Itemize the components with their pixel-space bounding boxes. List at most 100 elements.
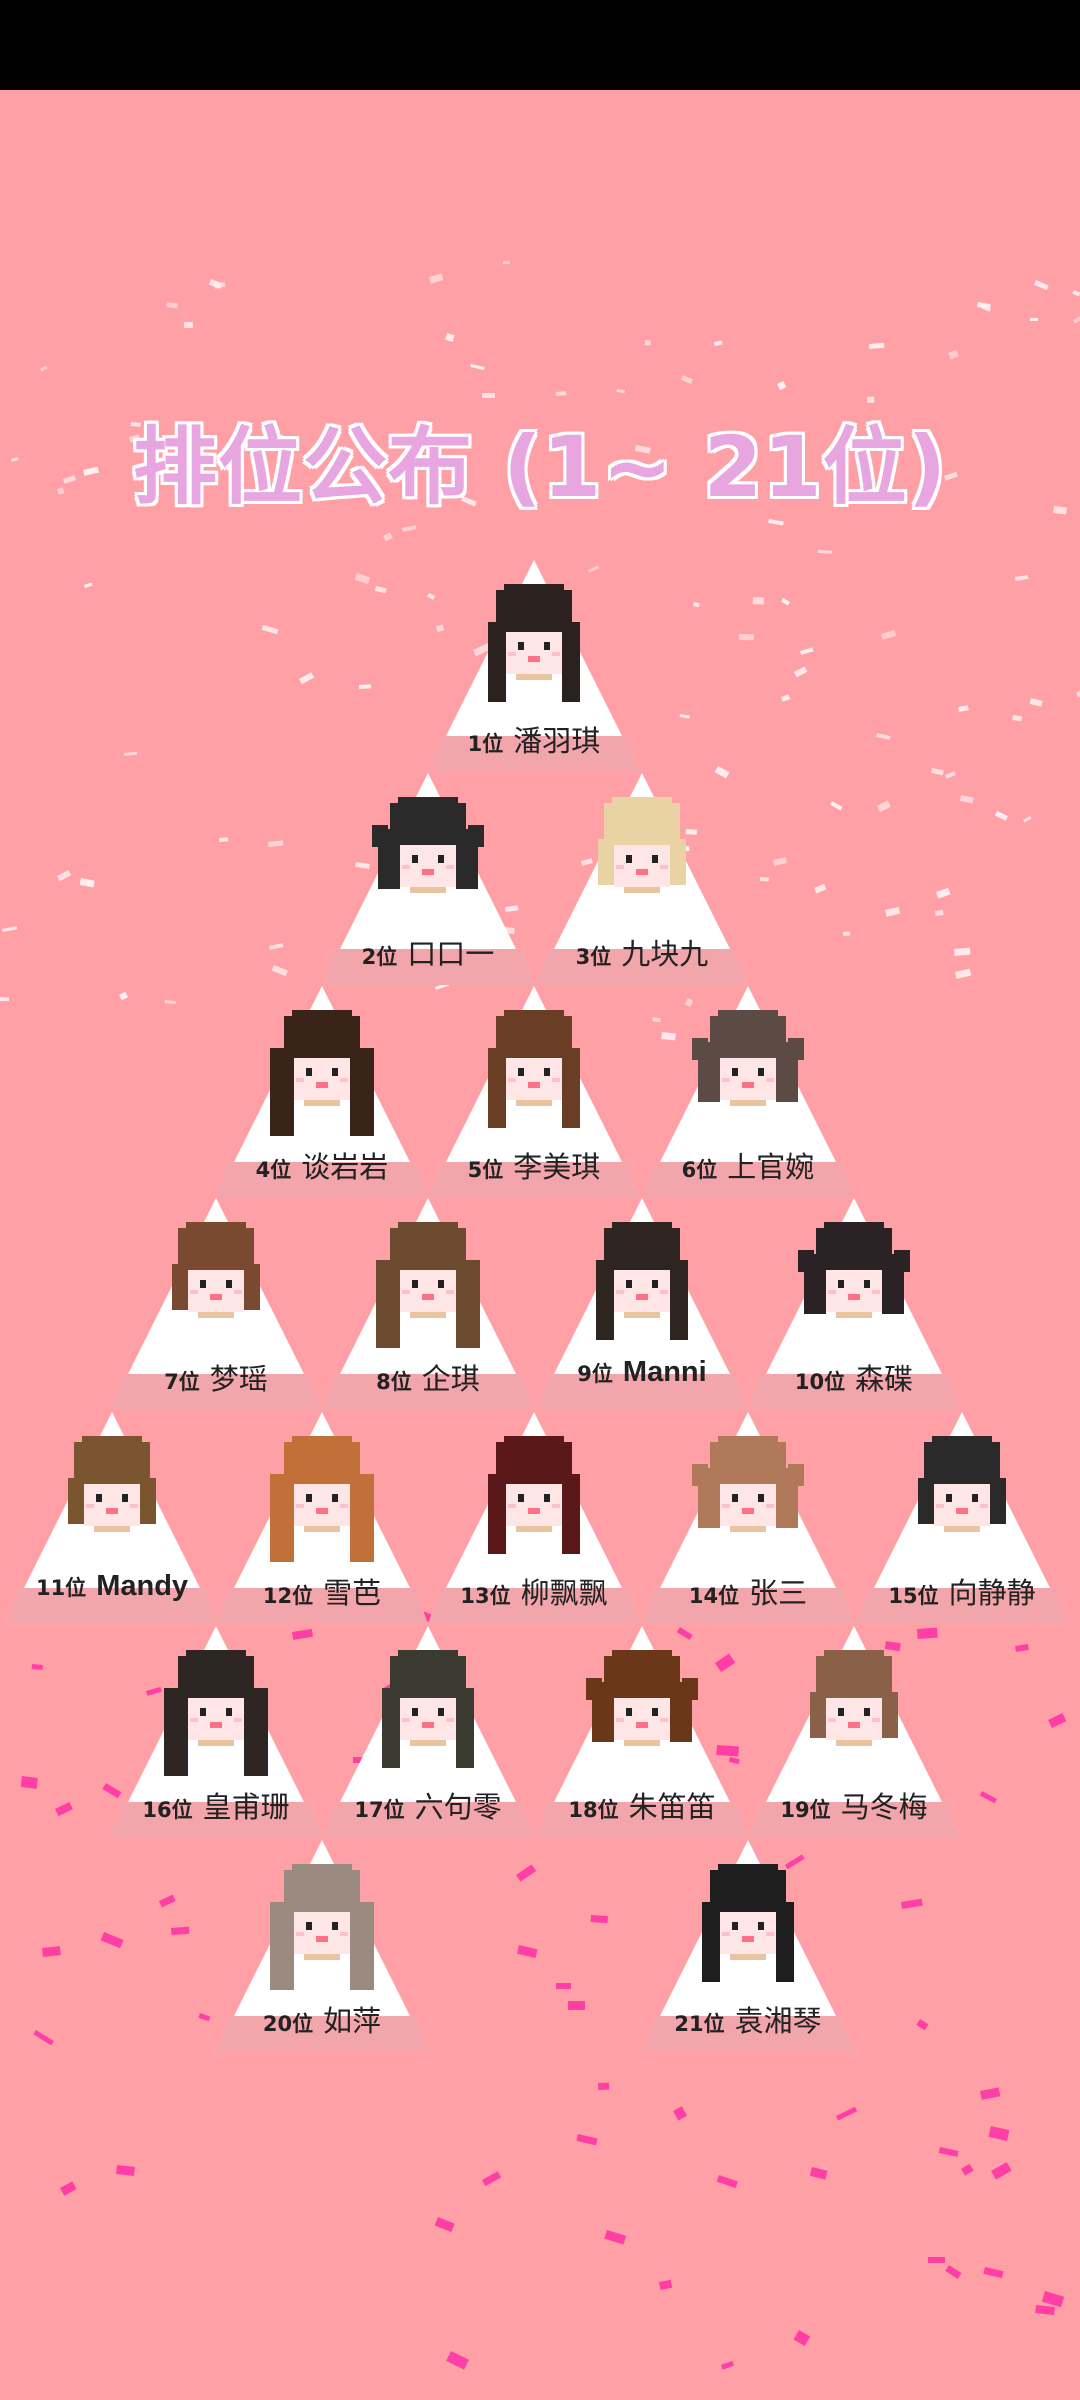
rank-card: 10位 森碟 [748, 1198, 960, 1410]
pixel-avatar [266, 1434, 378, 1562]
confetti-piece [954, 968, 972, 979]
confetti-piece [900, 1898, 923, 1909]
confetti-piece [54, 1801, 73, 1817]
confetti-piece [935, 887, 951, 899]
rank-label: 14位 张三 [642, 1570, 854, 1612]
player-name: 梦瑶 [209, 1362, 268, 1396]
confetti-piece [516, 1945, 538, 1959]
confetti-piece [679, 714, 690, 719]
confetti-piece [271, 964, 288, 977]
pixel-avatar [586, 795, 698, 923]
pixel-avatar [56, 1434, 168, 1562]
player-name: 上官婉 [727, 1150, 815, 1184]
player-name: 九块九 [621, 937, 709, 971]
rank-card: 20位 如萍 [216, 1840, 428, 2052]
rank-label: 9位 Manni [536, 1356, 748, 1389]
confetti-piece [945, 2265, 962, 2280]
page-title: 排位公布 (1~ 21位) [133, 418, 947, 516]
player-name: 企琪 [421, 1362, 480, 1396]
confetti-piece [809, 2167, 828, 2180]
confetti-piece [781, 694, 791, 702]
rank-card: 16位 皇甫珊 [110, 1626, 322, 1838]
confetti-piece [374, 585, 387, 594]
rank-number: 4位 [255, 1158, 292, 1182]
pixel-avatar [372, 795, 484, 923]
confetti-piece [171, 1926, 190, 1935]
pixel-avatar [692, 1434, 804, 1562]
player-name: 马冬梅 [840, 1790, 928, 1824]
pixel-avatar [160, 1220, 272, 1348]
confetti-piece [692, 602, 700, 608]
confetti-piece [813, 883, 827, 894]
rank-label: 5位 李美琪 [428, 1144, 640, 1186]
pixel-avatar [160, 1648, 272, 1776]
confetti-piece [56, 869, 72, 882]
confetti-piece [680, 375, 693, 385]
confetti-piece [116, 2165, 135, 2176]
confetti-piece [777, 380, 787, 391]
pixel-avatar [586, 1220, 698, 1348]
confetti-piece [556, 391, 567, 396]
confetti-piece [219, 837, 229, 842]
confetti-piece [33, 2030, 54, 2046]
confetti-piece [1012, 715, 1022, 722]
confetti-piece [1072, 290, 1080, 297]
confetti-piece [590, 1915, 608, 1924]
player-name: 如萍 [323, 2004, 382, 2038]
confetti-piece [429, 273, 444, 284]
rank-card: 15位 向静静 [856, 1412, 1068, 1624]
rank-card: 12位 雪芭 [216, 1412, 428, 1624]
confetti-piece [759, 877, 769, 882]
rank-card: 9位 Manni [536, 1198, 748, 1410]
confetti-piece [876, 733, 891, 741]
confetti-piece [482, 393, 495, 398]
rank-number: 15位 [888, 1584, 939, 1608]
confetti-piece [983, 2267, 1004, 2279]
confetti-piece [445, 333, 455, 342]
confetti-piece [884, 906, 901, 917]
confetti-piece [159, 1894, 176, 1908]
rank-number: 1位 [467, 732, 504, 756]
player-name: 谈岩岩 [301, 1150, 389, 1184]
rank-label: 21位 袁湘琴 [642, 1998, 854, 2040]
confetti-piece [713, 340, 723, 346]
rank-card: 8位 企琪 [322, 1198, 534, 1410]
confetti-piece [261, 625, 279, 635]
confetti-piece [835, 2106, 858, 2121]
confetti-piece [752, 597, 764, 605]
rank-card: 1位 潘羽琪 [428, 560, 640, 772]
confetti-piece [79, 878, 95, 888]
player-name: 皇甫珊 [202, 1790, 290, 1824]
rank-label: 16位 皇甫珊 [110, 1784, 322, 1826]
confetti-piece [166, 302, 178, 309]
confetti-piece [598, 2082, 610, 2090]
confetti-piece [959, 794, 974, 804]
rank-number: 12位 [262, 1584, 314, 1608]
rank-label: 8位 企琪 [322, 1356, 534, 1398]
pixel-avatar [478, 1434, 590, 1562]
confetti-piece [716, 2175, 738, 2189]
pixel-avatar [478, 582, 590, 710]
confetti-piece [977, 302, 991, 310]
pixel-avatar [266, 1862, 378, 1990]
confetti-piece [961, 2163, 974, 2176]
player-name: 向静静 [948, 1576, 1036, 1610]
confetti-piece [957, 705, 969, 712]
confetti-piece [916, 2019, 929, 2031]
rank-label: 2位 口口一 [322, 931, 534, 973]
player-name: 张三 [749, 1576, 808, 1610]
pixel-avatar [692, 1862, 804, 1990]
confetti-piece [954, 947, 971, 956]
confetti-piece [793, 666, 808, 678]
confetti-piece [604, 2230, 627, 2245]
confetti-piece [84, 582, 93, 588]
confetti-piece [988, 2125, 1010, 2141]
confetti-piece [1029, 317, 1039, 321]
confetti-piece [1035, 2305, 1055, 2315]
confetti-piece [568, 2001, 585, 2010]
player-name: Manni [622, 1356, 707, 1388]
confetti-piece [868, 342, 885, 349]
pixel-avatar [478, 1008, 590, 1136]
rank-card: 13位 柳飘飘 [428, 1412, 640, 1624]
confetti-piece [843, 931, 851, 936]
